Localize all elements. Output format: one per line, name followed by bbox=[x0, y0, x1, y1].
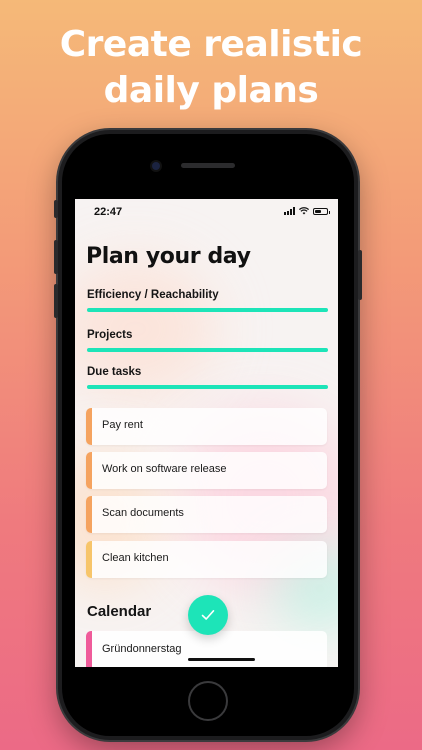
promo-headline-line-1: Create realistic bbox=[59, 24, 363, 65]
task-item-clean-kitchen[interactable]: Clean kitchen bbox=[86, 541, 327, 578]
status-time: 22:47 bbox=[94, 206, 123, 218]
checkmark-icon bbox=[201, 610, 215, 620]
task-color-stripe bbox=[86, 496, 92, 533]
section-label: Efficiency / Reachability bbox=[87, 289, 219, 301]
task-item-scan-documents[interactable]: Scan documents bbox=[86, 496, 327, 533]
app-screen: 22:47 Plan your day Efficiency / Reachab… bbox=[75, 199, 338, 667]
section-bar bbox=[87, 348, 328, 352]
calendar-item-label: Gründonnerstag bbox=[102, 643, 182, 655]
home-button[interactable] bbox=[188, 681, 228, 721]
task-item-software-release[interactable]: Work on software release bbox=[86, 452, 327, 489]
section-label: Due tasks bbox=[87, 366, 142, 378]
volume-up-button bbox=[54, 240, 58, 274]
task-label: Clean kitchen bbox=[102, 552, 169, 564]
signal-icon bbox=[284, 207, 295, 215]
status-icons bbox=[284, 207, 330, 215]
mute-switch bbox=[54, 200, 58, 218]
section-bar bbox=[87, 308, 328, 312]
section-label: Projects bbox=[87, 329, 133, 341]
home-indicator[interactable] bbox=[188, 658, 255, 661]
promo-headline: Create realistic daily plans bbox=[0, 22, 422, 114]
section-projects[interactable]: Projects bbox=[87, 329, 328, 352]
battery-icon bbox=[313, 207, 330, 215]
calendar-item[interactable]: Gründonnerstag bbox=[86, 631, 327, 667]
confirm-plan-button[interactable] bbox=[188, 595, 228, 635]
task-item-pay-rent[interactable]: Pay rent bbox=[86, 408, 327, 445]
volume-down-button bbox=[54, 284, 58, 318]
section-bar bbox=[87, 385, 328, 389]
task-label: Scan documents bbox=[102, 507, 184, 519]
power-button bbox=[358, 250, 362, 300]
task-color-stripe bbox=[86, 541, 92, 578]
wifi-icon bbox=[299, 207, 309, 215]
task-label: Work on software release bbox=[102, 463, 227, 475]
earpiece-speaker bbox=[181, 163, 235, 168]
section-efficiency[interactable]: Efficiency / Reachability bbox=[87, 289, 328, 312]
page-title: Plan your day bbox=[86, 244, 251, 269]
front-camera bbox=[152, 162, 160, 170]
status-bar: 22:47 bbox=[75, 199, 338, 225]
task-color-stripe bbox=[86, 452, 92, 489]
calendar-color-stripe bbox=[86, 631, 92, 667]
section-due-tasks[interactable]: Due tasks bbox=[87, 366, 328, 389]
task-label: Pay rent bbox=[102, 419, 143, 431]
promo-headline-line-2: daily plans bbox=[103, 70, 319, 111]
task-color-stripe bbox=[86, 408, 92, 445]
calendar-heading: Calendar bbox=[87, 603, 152, 620]
